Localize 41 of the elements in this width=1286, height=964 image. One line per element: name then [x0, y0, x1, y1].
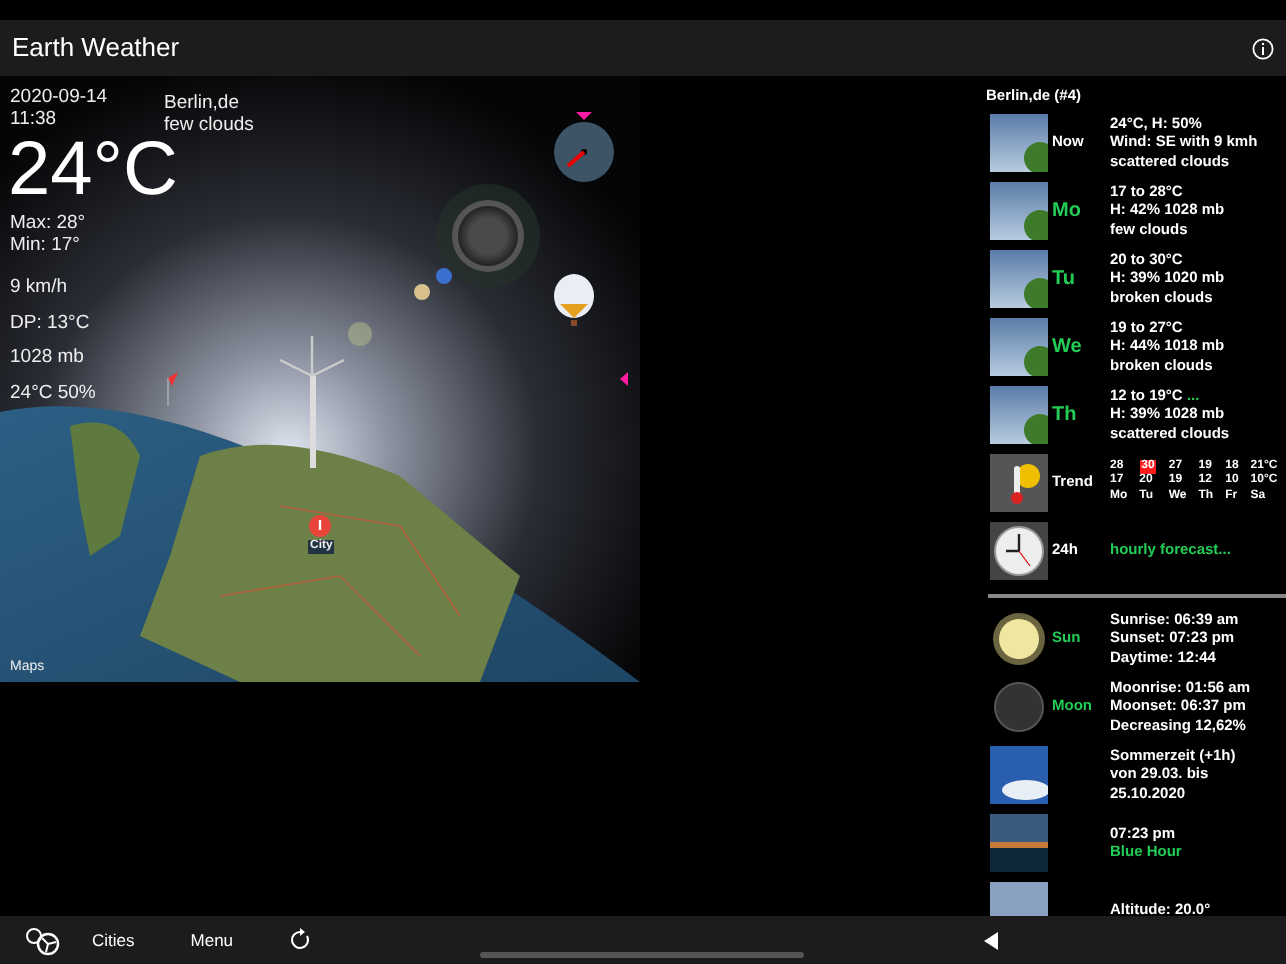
pressure-text: 1028 mb — [10, 348, 84, 369]
info-icon[interactable] — [1252, 37, 1274, 59]
moon-icon — [990, 677, 1048, 736]
thermometer-icon — [990, 453, 1048, 512]
marker-icon — [620, 372, 628, 386]
condition-text: few clouds — [164, 116, 254, 137]
weather-photo-placeholder — [990, 249, 1048, 308]
toolbar-button[interactable]: Menu — [190, 927, 234, 953]
weather-photo-placeholder — [990, 113, 1048, 172]
dew-point-text: DP: 13°C — [10, 314, 90, 335]
gears-icon[interactable] — [24, 925, 64, 955]
weather-photo-placeholder — [990, 385, 1048, 444]
min-temperature-text: Min: 17° — [10, 236, 80, 257]
gauge-icon — [554, 122, 614, 182]
sun-icon — [990, 609, 1048, 668]
weather-photo-placeholder — [990, 181, 1048, 240]
row-label: Mo — [1052, 199, 1081, 222]
max-temperature-text: Max: 28° — [10, 214, 86, 235]
wind-speed-text: 9 km/h — [10, 278, 68, 299]
wind-turbine-icon — [279, 336, 345, 468]
date-text: 2020-09-14 — [10, 88, 108, 109]
refresh-icon[interactable] — [289, 928, 312, 952]
app-title: Earth Weather — [12, 30, 180, 67]
back-icon[interactable] — [984, 932, 1000, 950]
time-text: 11:38 — [10, 110, 57, 131]
clock-icon — [990, 521, 1048, 580]
location-text: Berlin,de — [164, 94, 239, 115]
moon-icon — [436, 184, 540, 288]
map-drawing[interactable] — [0, 406, 640, 682]
row-label: Tu — [1052, 267, 1075, 290]
map-pin-icon[interactable] — [309, 515, 331, 537]
dusk-photo-placeholder — [990, 813, 1048, 872]
toolbar-button[interactable]: Cities — [92, 927, 135, 953]
windsock-icon — [167, 372, 178, 407]
temperature-text: 24°C — [8, 132, 178, 208]
hot-air-balloon-icon — [554, 274, 594, 326]
row-label: We — [1052, 335, 1082, 358]
sky-photo-placeholder — [990, 745, 1048, 804]
row-label: Th — [1052, 403, 1077, 426]
weather-photo-placeholder — [990, 317, 1048, 376]
indoor-climate-text: 24°C 50% — [10, 384, 96, 405]
